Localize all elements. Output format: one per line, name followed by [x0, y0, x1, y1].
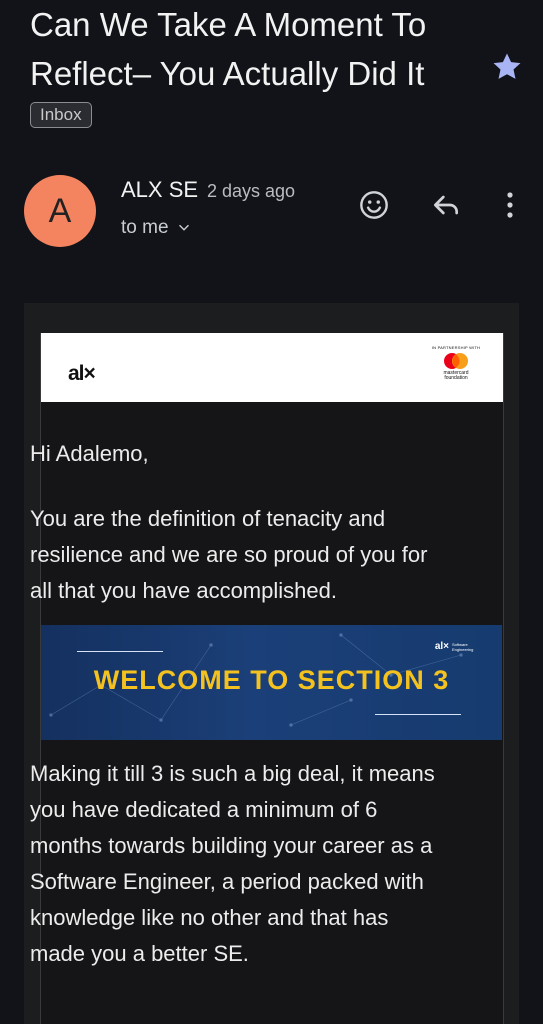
recipient-details-toggle[interactable]: to me [121, 217, 191, 239]
partner-logo: IN PARTNERSHIP WITH mastercard foundatio… [431, 345, 481, 381]
email-greeting: Hi Adalemo, [30, 441, 149, 466]
reply-icon[interactable] [428, 187, 464, 223]
hero-banner-image[interactable]: al× Software Engineering WELCOME TO SECT… [41, 625, 502, 740]
sent-time: 2 days ago [207, 181, 296, 201]
email-header-banner: al× IN PARTNERSHIP WITH mastercard found… [41, 333, 503, 402]
decorative-line [77, 651, 163, 652]
alx-logo: al× [68, 362, 96, 385]
hero-brand-subtitle: Software Engineering [452, 641, 474, 652]
star-icon[interactable] [490, 50, 524, 84]
partner-tagline: IN PARTNERSHIP WITH [431, 345, 481, 350]
hero-brand-logo: al× Software Engineering [435, 641, 484, 652]
recipient-label: to me [121, 217, 169, 238]
emoji-react-icon[interactable] [356, 187, 392, 223]
chevron-down-icon [178, 224, 189, 231]
email-paragraph: You are the definition of tenacity and r… [30, 506, 428, 603]
email-paragraph: Making it till 3 is such a big deal, it … [30, 761, 435, 966]
hero-brand-mark: al× [434, 641, 449, 652]
email-view-screen: Can We Take A Moment To Reflect– You Act… [0, 0, 543, 1024]
partner-name-line2: foundation [444, 375, 468, 381]
hero-title: WELCOME TO SECTION 3 [93, 665, 450, 695]
label-chip-inbox[interactable]: Inbox [30, 102, 92, 128]
mastercard-logo-icon [444, 353, 468, 369]
sender-name: ALX SE [121, 177, 199, 202]
decorative-line [375, 714, 461, 715]
email-subject: Can We Take A Moment To Reflect– You Act… [30, 6, 427, 92]
more-vert-icon[interactable] [496, 187, 524, 223]
avatar[interactable]: A [24, 175, 96, 247]
